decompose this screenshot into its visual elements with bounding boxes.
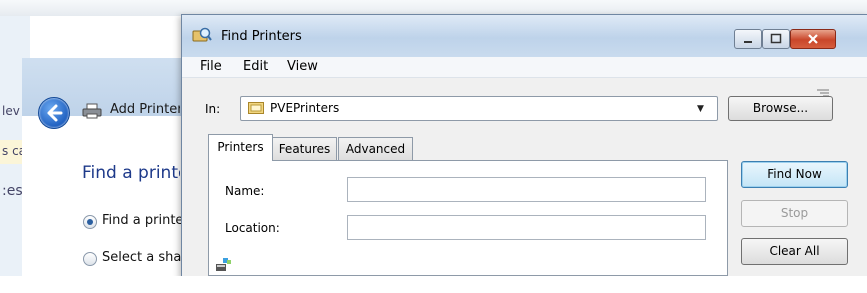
dialog-title: Find Printers — [221, 29, 302, 44]
maximize-button[interactable] — [762, 29, 790, 49]
close-icon — [808, 34, 818, 44]
name-field[interactable] — [347, 177, 706, 202]
wizard-title: Add Printer — [110, 102, 180, 117]
clear-all-button[interactable]: Clear All — [741, 238, 848, 265]
find-printer-radio[interactable] — [83, 215, 97, 229]
tab-features[interactable]: Features — [272, 137, 337, 160]
browse-button[interactable]: Browse... — [728, 96, 833, 121]
menu-file[interactable]: File — [200, 59, 222, 74]
minimize-button[interactable] — [734, 29, 762, 49]
chevron-down-icon[interactable]: ▼ — [697, 104, 704, 114]
in-location-value: PVEPrinters — [270, 101, 340, 115]
find-now-button[interactable]: Find Now — [741, 161, 848, 188]
back-button[interactable] — [38, 97, 70, 129]
maximize-icon — [770, 33, 782, 44]
find-printer-option-label[interactable]: Find a printer — [102, 213, 182, 228]
tab-advanced[interactable]: Advanced — [338, 137, 413, 160]
menu-view[interactable]: View — [287, 59, 318, 74]
menu-bar — [182, 57, 867, 78]
tab-printers[interactable]: Printers — [208, 134, 273, 161]
minimize-icon — [744, 41, 752, 43]
in-label: In: — [205, 102, 221, 116]
location-field[interactable] — [347, 215, 706, 240]
location-label: Location: — [225, 221, 280, 235]
background-text: :es — [2, 183, 23, 199]
wizard-heading: Find a printer — [82, 163, 180, 183]
close-button[interactable] — [790, 29, 836, 49]
stop-button[interactable]: Stop — [741, 200, 848, 227]
menu-edit[interactable]: Edit — [243, 59, 268, 74]
results-icon — [216, 258, 231, 271]
select-shared-printer-option-label[interactable]: Select a shared printer — [102, 250, 182, 265]
name-label: Name: — [225, 184, 265, 198]
find-printers-icon — [192, 27, 212, 42]
back-arrow-icon — [47, 104, 63, 122]
select-shared-printer-radio[interactable] — [83, 252, 97, 266]
printer-icon — [82, 103, 102, 119]
bottom-blank-area — [0, 276, 867, 293]
background-text: lev — [2, 104, 20, 118]
folder-icon — [248, 102, 264, 114]
